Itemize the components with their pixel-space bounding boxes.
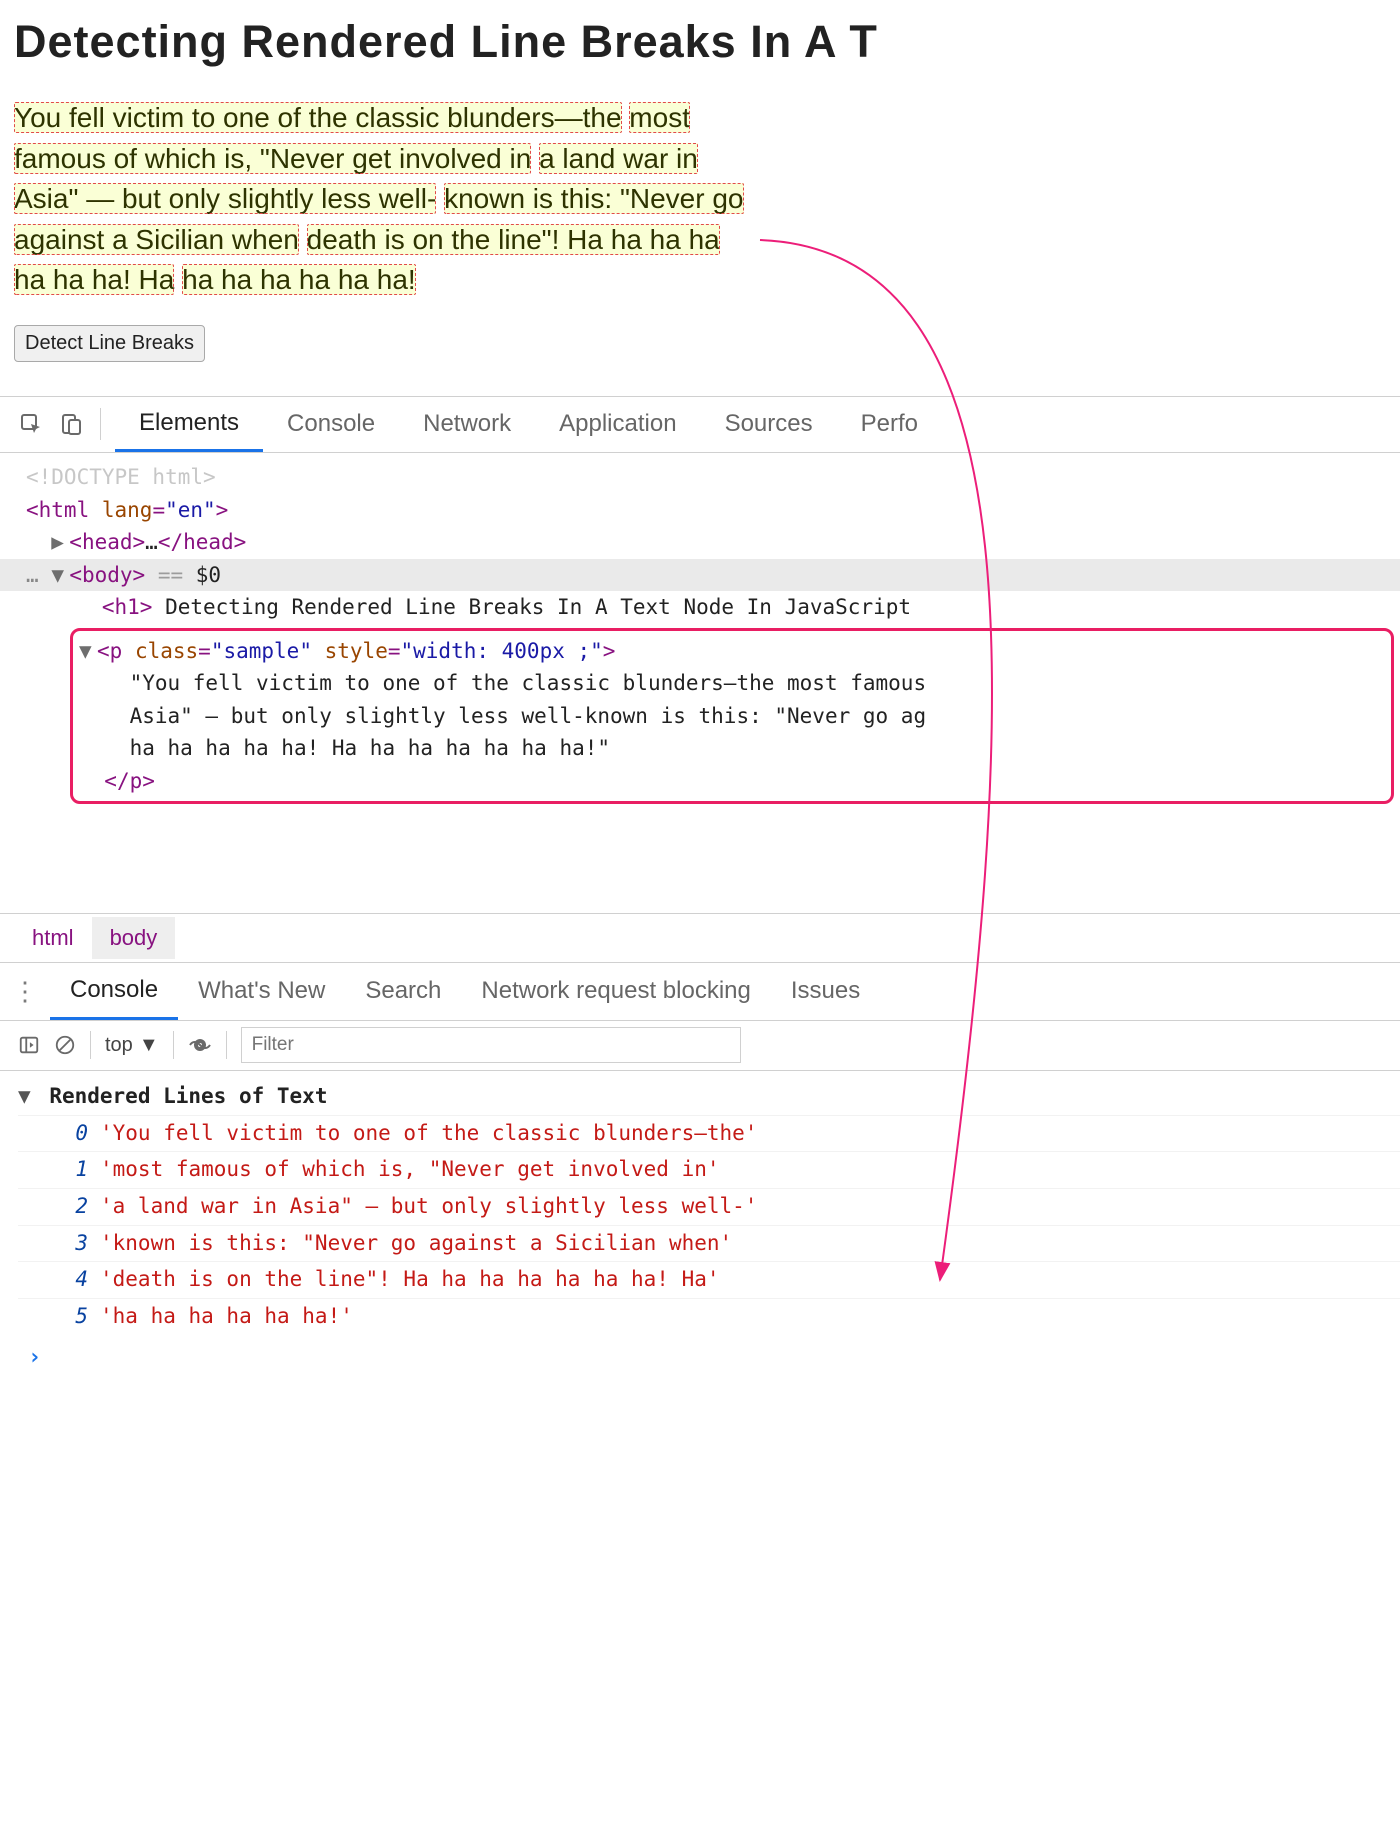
drawer-tab[interactable]: Console [50,962,178,1020]
live-expression-icon[interactable] [188,1033,212,1057]
drawer-tab[interactable]: What's New [178,962,345,1020]
console-string: 'known is this: "Never go against a Sici… [100,1226,732,1262]
toolbar-divider [226,1031,227,1059]
console-index: 1 [72,1152,88,1188]
inspect-icon[interactable] [14,407,48,441]
disclosure-triangle-icon[interactable]: ▼ [18,1079,31,1115]
drawer-tab[interactable]: Issues [771,962,880,1020]
console-group-label: Rendered Lines of Text [49,1084,327,1108]
console-row: 1 'most famous of which is, "Never get in… [18,1151,1400,1188]
drawer-tabs: ⋮ ConsoleWhat's NewSearchNetwork request… [0,963,1400,1021]
console-string: 'a land war in Asia" — but only slightly… [100,1189,757,1225]
console-sidebar-toggle-icon[interactable] [18,1034,40,1056]
devtools-tab-elements[interactable]: Elements [115,396,263,452]
console-row: 3 'known is this: "Never go against a Sic… [18,1225,1400,1262]
console-string: 'most famous of which is, "Never get inv… [100,1152,720,1188]
devtools-tab-perfo[interactable]: Perfo [837,396,942,452]
console-string: 'ha ha ha ha ha ha!' [100,1299,353,1335]
devtools-tab-sources[interactable]: Sources [701,396,837,452]
breadcrumb-item[interactable]: body [92,917,176,959]
console-row: 5 'ha ha ha ha ha ha!' [18,1298,1400,1335]
console-output[interactable]: ▼ Rendered Lines of Text 0 'You fell vict… [0,1071,1400,1384]
console-index: 5 [72,1299,88,1335]
clear-console-icon[interactable] [54,1034,76,1056]
console-prompt[interactable]: › [18,1335,1400,1376]
sample-line: You fell victim to one of the classic bl… [14,102,622,133]
device-toggle-icon[interactable] [54,407,88,441]
console-string: 'death is on the line"! Ha ha ha ha ha h… [100,1262,720,1298]
console-context-selector[interactable]: top ▼ [105,1034,159,1057]
devtools-tabs: ElementsConsoleNetworkApplicationSources… [0,397,1400,453]
console-filter-input[interactable] [241,1027,741,1063]
drawer-menu-icon[interactable]: ⋮ [0,976,50,1007]
console-index: 0 [72,1116,88,1152]
console-row: 4 'death is on the line"! Ha ha ha ha ha … [18,1261,1400,1298]
toolbar-divider [100,408,101,440]
console-group[interactable]: ▼ Rendered Lines of Text [18,1079,1400,1115]
devtools-tab-application[interactable]: Application [535,396,700,452]
sample-line: ha ha ha ha ha ha! [182,264,416,295]
console-context-label: top [105,1034,133,1057]
elements-breadcrumb[interactable]: htmlbody [0,913,1400,963]
drawer-tab[interactable]: Search [345,962,461,1020]
chevron-down-icon: ▼ [139,1034,159,1057]
console-index: 3 [72,1226,88,1262]
console-index: 2 [72,1189,88,1225]
devtools-panel: ElementsConsoleNetworkApplicationSources… [0,396,1400,1384]
detect-line-breaks-button[interactable]: Detect Line Breaks [14,325,205,362]
toolbar-divider [173,1031,174,1059]
devtools-tab-network[interactable]: Network [399,396,535,452]
console-row: 2 'a land war in Asia" — but only slightl… [18,1188,1400,1225]
console-string: 'You fell victim to one of the classic b… [100,1116,757,1152]
drawer-tab[interactable]: Network request blocking [461,962,770,1020]
sample-paragraph: You fell victim to one of the classic bl… [14,98,744,301]
console-index: 4 [72,1262,88,1298]
toolbar-divider [90,1031,91,1059]
console-row: 0 'You fell victim to one of the classic … [18,1115,1400,1152]
breadcrumb-item[interactable]: html [14,917,92,959]
page-title: Detecting Rendered Line Breaks In A T [14,16,1386,68]
console-toolbar: top ▼ [0,1021,1400,1071]
selected-element-highlight: ▼<p class="sample" style="width: 400px ;… [70,628,1394,805]
elements-tree[interactable]: <!DOCTYPE html><html lang="en"> ▶<head>…… [0,453,1400,913]
devtools-tab-console[interactable]: Console [263,396,399,452]
